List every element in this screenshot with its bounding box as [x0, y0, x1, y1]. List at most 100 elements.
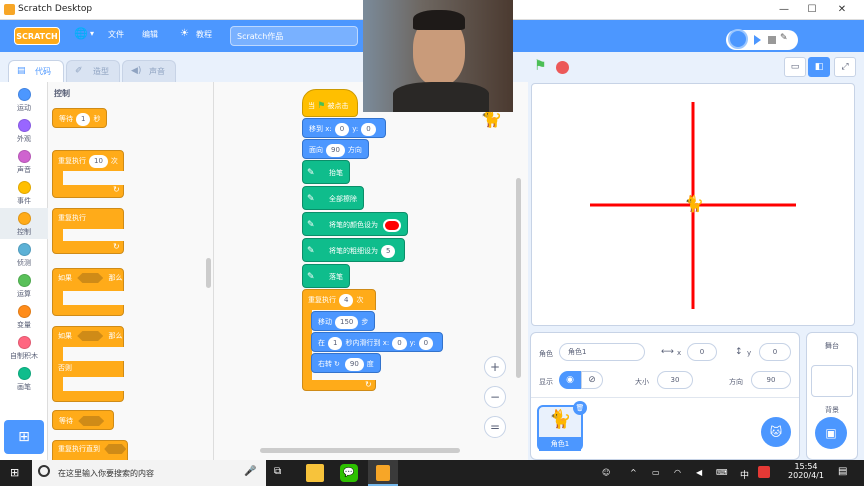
scripts-vertical-scrollbar[interactable]: [516, 178, 521, 378]
sprite-direction-input[interactable]: 90: [751, 371, 791, 389]
sprite-thumbnail[interactable]: 🐈 角色1 🗑: [537, 401, 587, 451]
add-extension-button[interactable]: ⊞: [4, 420, 44, 454]
goto-y-input[interactable]: 0: [361, 122, 376, 136]
block-when-flag-clicked[interactable]: 当 ⚑ 被点击: [302, 89, 358, 117]
menu-edit[interactable]: 编辑: [142, 29, 158, 40]
condition-slot[interactable]: [77, 331, 104, 341]
category-sensing[interactable]: 侦测: [0, 239, 48, 270]
tab-sounds[interactable]: ◀) 声音: [122, 60, 176, 82]
scratch-taskbar-item[interactable]: [368, 460, 398, 486]
cat-sprite-icon[interactable]: 🐈: [684, 194, 704, 213]
green-flag-icon[interactable]: ⚑: [534, 58, 547, 74]
scripts-horizontal-scrollbar[interactable]: [260, 448, 460, 453]
condition-slot[interactable]: [77, 273, 104, 283]
block-if-else[interactable]: 如果 那么 否则: [52, 326, 125, 402]
sprite-size-input[interactable]: 30: [657, 371, 693, 389]
block-point-direction[interactable]: 面向 90 方向: [302, 139, 369, 159]
glide-secs-input[interactable]: 1: [328, 336, 343, 350]
add-backdrop-button[interactable]: ▣: [815, 417, 847, 449]
block-pen-down[interactable]: ✎ 落笔: [302, 264, 350, 288]
close-button[interactable]: ✕: [828, 2, 856, 18]
condition-slot[interactable]: [104, 444, 127, 454]
block-pen-up[interactable]: ✎ 抬笔: [302, 160, 350, 184]
block-glide-to-xy[interactable]: 在 1 秒内滑行到 x: 0 y: 0: [311, 332, 444, 352]
sprite-name-input[interactable]: 角色1: [559, 343, 645, 361]
category-operators[interactable]: 运算: [0, 270, 48, 301]
maximize-button[interactable]: ☐: [798, 2, 826, 18]
block-set-pen-color[interactable]: ✎ 将笔的颜色设为: [302, 212, 409, 236]
repeat-input[interactable]: 10: [89, 154, 108, 168]
people-icon[interactable]: ☺: [602, 468, 610, 477]
zoom-out-button[interactable]: −: [484, 386, 506, 408]
hide-sprite-eye-icon[interactable]: ⊘: [581, 371, 603, 389]
block-set-pen-size[interactable]: ✎ 将笔的粗细设为 5: [302, 238, 406, 262]
large-stage-button[interactable]: ◧: [808, 57, 830, 77]
globe-icon[interactable]: 🌐: [74, 27, 88, 40]
block-if-then[interactable]: 如果 那么: [52, 268, 125, 316]
task-view-icon[interactable]: ⧉: [274, 466, 281, 477]
block-turn-right[interactable]: 右转 ↻ 90 度: [311, 353, 381, 373]
speaker-icon[interactable]: ◀: [696, 468, 702, 477]
block-erase-all[interactable]: ✎ 全部擦除: [302, 186, 364, 210]
taskbar-clock[interactable]: 15:54 2020/4/1: [786, 462, 826, 480]
category-motion[interactable]: 运动: [0, 84, 48, 115]
glide-x-input[interactable]: 0: [392, 336, 407, 350]
block-repeat-until[interactable]: 重复执行直到: [52, 440, 128, 460]
show-sprite-eye-icon[interactable]: ◉: [559, 371, 581, 389]
category-variables[interactable]: 变量: [0, 301, 48, 332]
taskbar-search-input[interactable]: 在这里输入你要搜索的内容 🎤: [32, 460, 266, 486]
pen-icon[interactable]: ✎: [780, 33, 788, 43]
move-steps-input[interactable]: 150: [335, 315, 359, 329]
category-pen[interactable]: 画笔: [0, 363, 48, 394]
menu-tutorials[interactable]: 教程: [196, 29, 212, 40]
pen-size-input[interactable]: 5: [381, 244, 396, 258]
block-forever[interactable]: 重复执行 ↻: [52, 208, 125, 254]
windows-start-icon[interactable]: ⊞: [10, 466, 19, 479]
turn-degrees-input[interactable]: 90: [344, 357, 364, 371]
minimize-button[interactable]: —: [770, 2, 798, 18]
script-area[interactable]: 当 ⚑ 被点击 移到 x: 0 y: 0 面向 90 方向 ✎ 抬笔 ✎ 全部擦除 ✎ 将…: [214, 82, 528, 460]
delete-trash-icon[interactable]: 🗑: [573, 401, 587, 415]
goto-x-input[interactable]: 0: [334, 122, 350, 136]
small-stage-button[interactable]: ▭: [784, 57, 806, 77]
zoom-in-button[interactable]: +: [484, 356, 506, 378]
block-wait[interactable]: 等待 1 秒: [52, 108, 108, 128]
action-center-icon[interactable]: ▤: [838, 466, 847, 477]
direction-input[interactable]: 90: [326, 143, 345, 157]
wifi-icon[interactable]: ◠: [674, 468, 681, 477]
sprite-x-input[interactable]: 0: [687, 343, 717, 361]
backdrop-thumbnail[interactable]: [811, 365, 853, 397]
sogou-ime-icon[interactable]: [758, 466, 770, 478]
condition-slot[interactable]: [78, 416, 105, 426]
repeat-count-input[interactable]: 4: [339, 293, 354, 307]
project-title-input[interactable]: Scratch作品: [230, 26, 358, 46]
wait-input[interactable]: 1: [76, 112, 91, 126]
add-sprite-button[interactable]: 🐱: [761, 417, 791, 447]
microphone-icon[interactable]: 🎤: [244, 466, 256, 477]
block-go-to-xy[interactable]: 移到 x: 0 y: 0: [302, 118, 386, 138]
category-myblocks[interactable]: 自制积木: [0, 332, 48, 363]
stage-canvas[interactable]: 🐈: [531, 83, 855, 326]
palette-scrollbar[interactable]: [206, 258, 211, 288]
record-indicator-icon[interactable]: [728, 29, 748, 49]
tray-chevron-icon[interactable]: ^: [630, 468, 637, 477]
scratch-logo[interactable]: SCRATCH: [14, 27, 60, 45]
fullscreen-icon[interactable]: ⤢: [834, 57, 856, 77]
stop-icon[interactable]: [768, 36, 776, 44]
block-repeat[interactable]: 重复执行 10 次 ↻: [52, 150, 125, 198]
tab-costumes[interactable]: ✐ 造型: [66, 60, 120, 82]
block-wait-until[interactable]: 等待: [52, 410, 115, 430]
zoom-reset-button[interactable]: =: [484, 416, 506, 438]
notification-icon[interactable]: ▭: [652, 468, 660, 477]
block-move-steps[interactable]: 移动 150 步: [311, 311, 376, 331]
stop-sign-icon[interactable]: [556, 61, 569, 74]
menu-file[interactable]: 文件: [108, 29, 124, 40]
ime-indicator[interactable]: 中: [740, 468, 749, 481]
keyboard-icon[interactable]: ⌨: [716, 468, 728, 477]
pen-color-swatch[interactable]: [383, 218, 402, 232]
glide-y-input[interactable]: 0: [418, 336, 434, 350]
category-sound[interactable]: 声音: [0, 146, 48, 177]
sprite-y-input[interactable]: 0: [759, 343, 791, 361]
file-explorer-icon[interactable]: [306, 464, 324, 482]
category-events[interactable]: 事件: [0, 177, 48, 208]
